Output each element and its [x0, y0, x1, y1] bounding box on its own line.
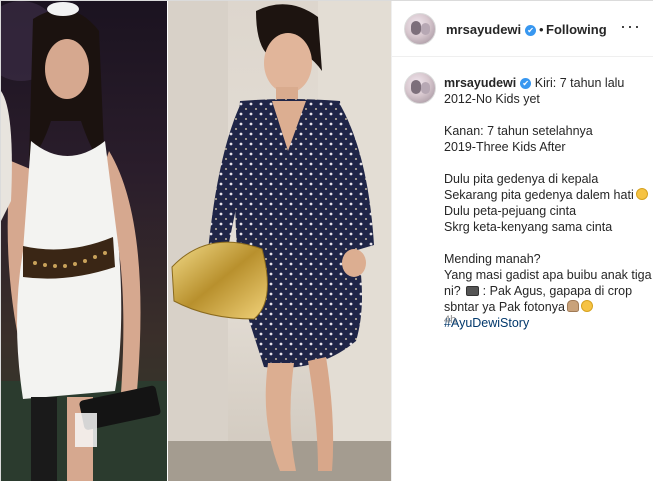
post-media[interactable] [1, 1, 391, 481]
hashtag-link[interactable]: #AyuDewiStory [444, 315, 644, 331]
caption-avatar[interactable] [404, 72, 436, 104]
caption-line: ni? [444, 284, 461, 298]
more-options-icon[interactable]: ··· [620, 17, 641, 35]
post-timestamp[interactable]: 4h [444, 314, 456, 326]
caption-line-with-emoji: sbntar ya Pak fotonya [444, 299, 644, 315]
caption-line: Mending manah? [444, 252, 541, 266]
caption-line: : Pak Agus, gapapa di crop [482, 284, 633, 298]
instagram-post: mrsayudewi ✔ • Following ··· mrsayudewi ✔ … [0, 0, 653, 481]
caption-line: 2012-No Kids yet [444, 92, 540, 106]
laughing-emoji-icon [635, 188, 648, 200]
header-username[interactable]: mrsayudewi ✔ [446, 22, 537, 37]
following-button[interactable]: Following [546, 22, 607, 37]
photo-left-white-dress [1, 1, 167, 481]
caption-line: Dulu pita gedenya di kepala [444, 172, 599, 186]
avatar-figure [421, 23, 430, 35]
avatar-figure [411, 80, 421, 94]
post-header: mrsayudewi ✔ • Following ··· [392, 1, 653, 57]
photo-right-illustration [168, 1, 391, 481]
header-username-text[interactable]: mrsayudewi [446, 22, 521, 37]
praying-hands-emoji-icon [566, 300, 579, 312]
verified-badge-icon: ✔ [525, 25, 537, 37]
caption-line: Kanan: 7 tahun setelahnya [444, 124, 593, 138]
caption-line: Dulu peta-pejuang cinta [444, 204, 577, 218]
caption-line: Yang masi gadist apa buibu anak tiga [444, 268, 652, 282]
caption-username[interactable]: mrsayudewi [444, 76, 516, 90]
avatar-figure [421, 82, 430, 94]
caption-first-line: mrsayudewi ✔ Kiri: 7 tahun lalu [444, 75, 644, 91]
caption-section: mrsayudewi ✔ Kiri: 7 tahun lalu 2012-No K… [392, 58, 653, 481]
camera-emoji-icon [466, 286, 480, 296]
photo-left-illustration [1, 1, 167, 481]
caption-line: Sekarang pita gedenya dalem hati [444, 188, 634, 202]
avatar-figure [411, 21, 421, 35]
caption-text: mrsayudewi ✔ Kiri: 7 tahun lalu 2012-No K… [444, 75, 652, 331]
separator-dot: • [539, 22, 544, 37]
caption-line: Skrg keta-kenyang sama cinta [444, 220, 613, 234]
verified-badge-icon: ✔ [520, 78, 532, 90]
post-side-panel: mrsayudewi ✔ • Following ··· mrsayudewi ✔ … [391, 1, 653, 481]
profile-avatar[interactable] [404, 13, 436, 45]
grinning-emoji-icon [580, 300, 593, 312]
caption-line-with-emoji: Sekarang pita gedenya dalem hati [444, 187, 648, 203]
caption-line: 2019-Three Kids After [444, 140, 566, 154]
caption-line: Kiri: 7 tahun lalu [534, 76, 625, 90]
photo-right-polka-dress [168, 1, 391, 481]
caption-line: sbntar ya Pak fotonya [444, 300, 565, 314]
caption-line-with-emoji: ni? : Pak Agus, gapapa di crop [444, 283, 644, 299]
